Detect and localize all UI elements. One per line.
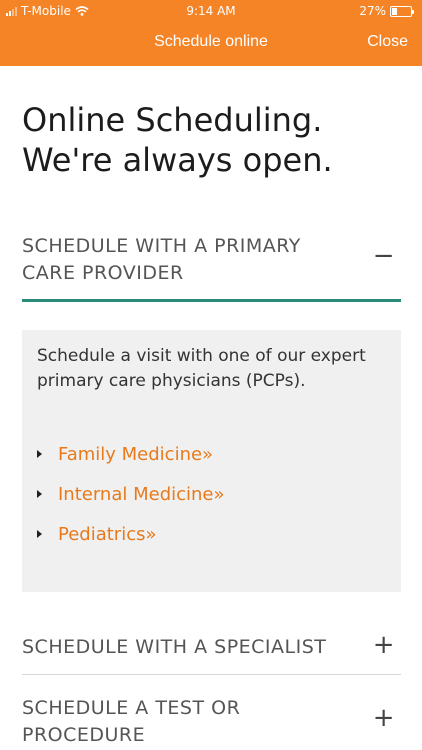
caret-right-icon bbox=[37, 450, 42, 458]
collapse-icon[interactable]: − bbox=[373, 243, 395, 270]
link-item-family-medicine: Family Medicine» bbox=[37, 434, 225, 474]
link-item-pediatrics: Pediatrics» bbox=[37, 514, 225, 554]
link-item-internal-medicine: Internal Medicine» bbox=[37, 474, 225, 514]
accordion-divider bbox=[22, 674, 401, 675]
battery-icon bbox=[390, 5, 414, 17]
accordion-primary-care[interactable]: SCHEDULE WITH A PRIMARY CARE PROVIDER − bbox=[22, 233, 401, 287]
status-bar: T-Mobile 9:14 AM 27% bbox=[0, 0, 422, 22]
expand-icon[interactable]: + bbox=[373, 632, 395, 659]
accordion-test-procedure[interactable]: SCHEDULE A TEST OR PROCEDURE + bbox=[22, 695, 401, 749]
caret-right-icon bbox=[37, 490, 42, 498]
page-title-line-1: Online Scheduling. bbox=[22, 101, 323, 139]
close-button[interactable]: Close bbox=[367, 33, 408, 51]
internal-medicine-link[interactable]: Internal Medicine» bbox=[58, 484, 225, 505]
caret-right-icon bbox=[37, 530, 42, 538]
battery-level bbox=[392, 7, 397, 15]
expand-icon[interactable]: + bbox=[373, 705, 395, 732]
primary-care-description: Schedule a visit with one of our expert … bbox=[37, 346, 366, 391]
battery-percent: 27% bbox=[359, 4, 386, 18]
accordion-active-underline bbox=[22, 299, 401, 302]
accordion-test-procedure-label: SCHEDULE A TEST OR PROCEDURE bbox=[22, 697, 241, 746]
accordion-primary-care-label: SCHEDULE WITH A PRIMARY CARE PROVIDER bbox=[22, 235, 301, 284]
page-title-line-2: We're always open. bbox=[22, 141, 333, 179]
primary-care-panel: Schedule a visit with one of our expert … bbox=[22, 330, 401, 592]
family-medicine-link[interactable]: Family Medicine» bbox=[58, 444, 213, 465]
pediatrics-link[interactable]: Pediatrics» bbox=[58, 524, 157, 545]
page-title: Online Scheduling. We're always open. bbox=[22, 100, 402, 180]
primary-care-links: Family Medicine» Internal Medicine» Pedi… bbox=[37, 434, 225, 554]
nav-title: Schedule online bbox=[154, 33, 268, 50]
accordion-specialist-label: SCHEDULE WITH A SPECIALIST bbox=[22, 636, 327, 658]
header-bar: T-Mobile 9:14 AM 27% Schedule online Clo… bbox=[0, 0, 422, 66]
accordion-specialist[interactable]: SCHEDULE WITH A SPECIALIST + bbox=[22, 632, 401, 661]
